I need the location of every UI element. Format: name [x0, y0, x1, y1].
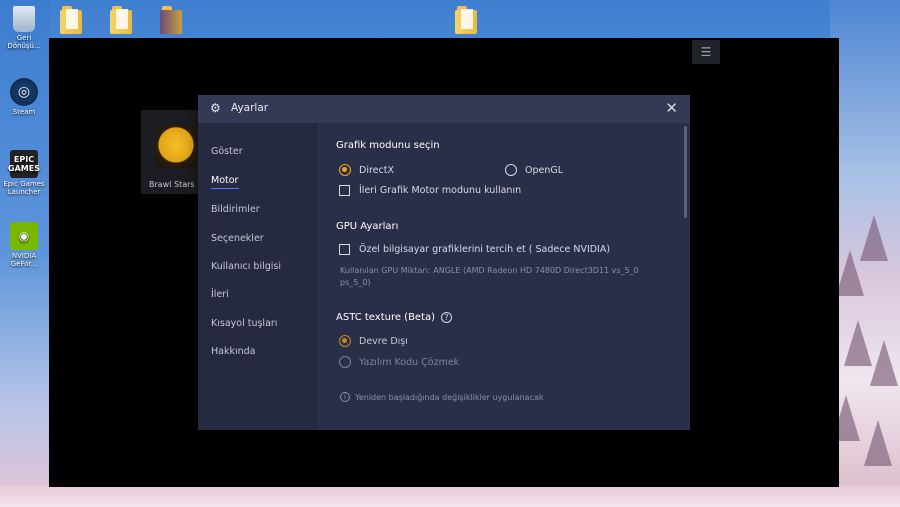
directx-radio[interactable]: DirectX [339, 164, 394, 176]
recycle-bin-icon[interactable]: Geri Dönüşü... [2, 6, 46, 50]
close-icon[interactable]: ✕ [665, 99, 678, 117]
folder-icon[interactable] [455, 6, 477, 34]
checkbox-icon [339, 244, 350, 255]
settings-content: Grafik modunu seçin DirectX OpenGL İleri… [317, 123, 690, 430]
opengl-radio[interactable]: OpenGL [505, 164, 563, 176]
trash-icon [13, 6, 35, 32]
menu-icon[interactable]: ☰ [692, 40, 720, 64]
radio-unselected-icon [505, 164, 517, 176]
nvidia-icon: ◉ [10, 222, 38, 250]
prefer-dedicated-gpu-label: Özel bilgisayar grafiklerini tercih et (… [359, 244, 611, 255]
sidebar-item-secenekler[interactable]: Seçenekler [211, 233, 264, 244]
desktop-icon-label: Epic Games Launcher [3, 180, 45, 196]
game-name: Brawl Stars [149, 180, 195, 189]
game-tile-brawl-stars[interactable]: Brawl Stars [141, 110, 201, 194]
game-icon [155, 126, 197, 168]
sidebar-item-hakkinda[interactable]: Hakkında [211, 346, 255, 357]
desktop-icon-label: Geri Dönüşü... [7, 34, 41, 50]
steam-icon: ◎ [10, 78, 38, 106]
sidebar-item-ileri[interactable]: İleri [211, 289, 229, 300]
astc-software-label: Yazılım Kodu Çözmek [359, 356, 460, 368]
folder-icon[interactable] [110, 6, 132, 34]
settings-sidebar: Göster Motor Bildirimler Seçenekler Kull… [198, 123, 316, 430]
settings-dialog: ⚙ Ayarlar ✕ Göster Motor Bildirimler Seç… [198, 95, 690, 430]
radio-unselected-icon [339, 356, 351, 368]
help-icon[interactable]: ? [441, 312, 453, 323]
sidebar-item-bildirimler[interactable]: Bildirimler [211, 204, 260, 215]
astc-disabled-radio[interactable]: Devre Dışı [339, 335, 408, 347]
restart-note-text: Yeniden başladığında değişiklikler uygul… [355, 392, 544, 402]
radio-selected-icon [339, 335, 351, 347]
checkbox-icon [339, 185, 350, 196]
steam-shortcut[interactable]: ◎ Steam [2, 78, 46, 116]
prefer-dedicated-gpu-checkbox[interactable]: Özel bilgisayar grafiklerini tercih et (… [339, 244, 610, 255]
desktop-icon-label: NVIDIA GeFor... [10, 252, 38, 268]
astc-software-radio[interactable]: Yazılım Kodu Çözmek [339, 356, 459, 368]
epic-games-shortcut[interactable]: EPIC GAMES Epic Games Launcher [2, 150, 46, 196]
radio-selected-icon [339, 164, 351, 176]
wallpaper-watermark: · · · · · · · · · · · · · · · · · · · · [812, 499, 894, 505]
sidebar-item-kullanici-bilgisi[interactable]: Kullanıcı bilgisi [211, 261, 281, 272]
sidebar-item-kisayol-tuslari[interactable]: Kısayol tuşları [211, 318, 277, 329]
graphics-mode-title: Grafik modunu seçin [336, 140, 440, 151]
epic-games-icon: EPIC GAMES [8, 150, 40, 178]
folder-icon[interactable] [160, 6, 182, 34]
advanced-engine-label: İleri Grafik Motor modunu kullanın [359, 185, 522, 196]
advanced-engine-checkbox[interactable]: İleri Grafik Motor modunu kullanın [339, 185, 521, 196]
dialog-title: Ayarlar [231, 102, 269, 114]
content-scrollbar[interactable] [684, 126, 687, 218]
gear-icon: ⚙ [210, 101, 221, 115]
opengl-label: OpenGL [525, 164, 564, 176]
restart-note: i Yeniden başladığında değişiklikler uyg… [340, 392, 543, 402]
desktop-icon-label: Steam [12, 108, 36, 116]
dialog-header: ⚙ Ayarlar ✕ [198, 95, 690, 123]
gpu-settings-title: GPU Ayarları [336, 221, 399, 232]
wallpaper-bottom [0, 485, 900, 507]
wallpaper-right [830, 0, 900, 507]
info-icon: i [340, 392, 350, 402]
directx-label: DirectX [359, 164, 394, 176]
sidebar-item-motor[interactable]: Motor [211, 175, 240, 189]
astc-title: ASTC texture (Beta) ? [336, 312, 453, 323]
nvidia-shortcut[interactable]: ◉ NVIDIA GeFor... [2, 222, 46, 268]
astc-disabled-label: Devre Dışı [359, 335, 408, 347]
astc-title-label: ASTC texture (Beta) [336, 312, 436, 323]
sidebar-item-goster[interactable]: Göster [211, 146, 243, 157]
folder-icon[interactable] [60, 6, 82, 34]
gpu-info-text: Kullanılan GPU Miktarı: ANGLE (AMD Radeo… [340, 266, 639, 287]
